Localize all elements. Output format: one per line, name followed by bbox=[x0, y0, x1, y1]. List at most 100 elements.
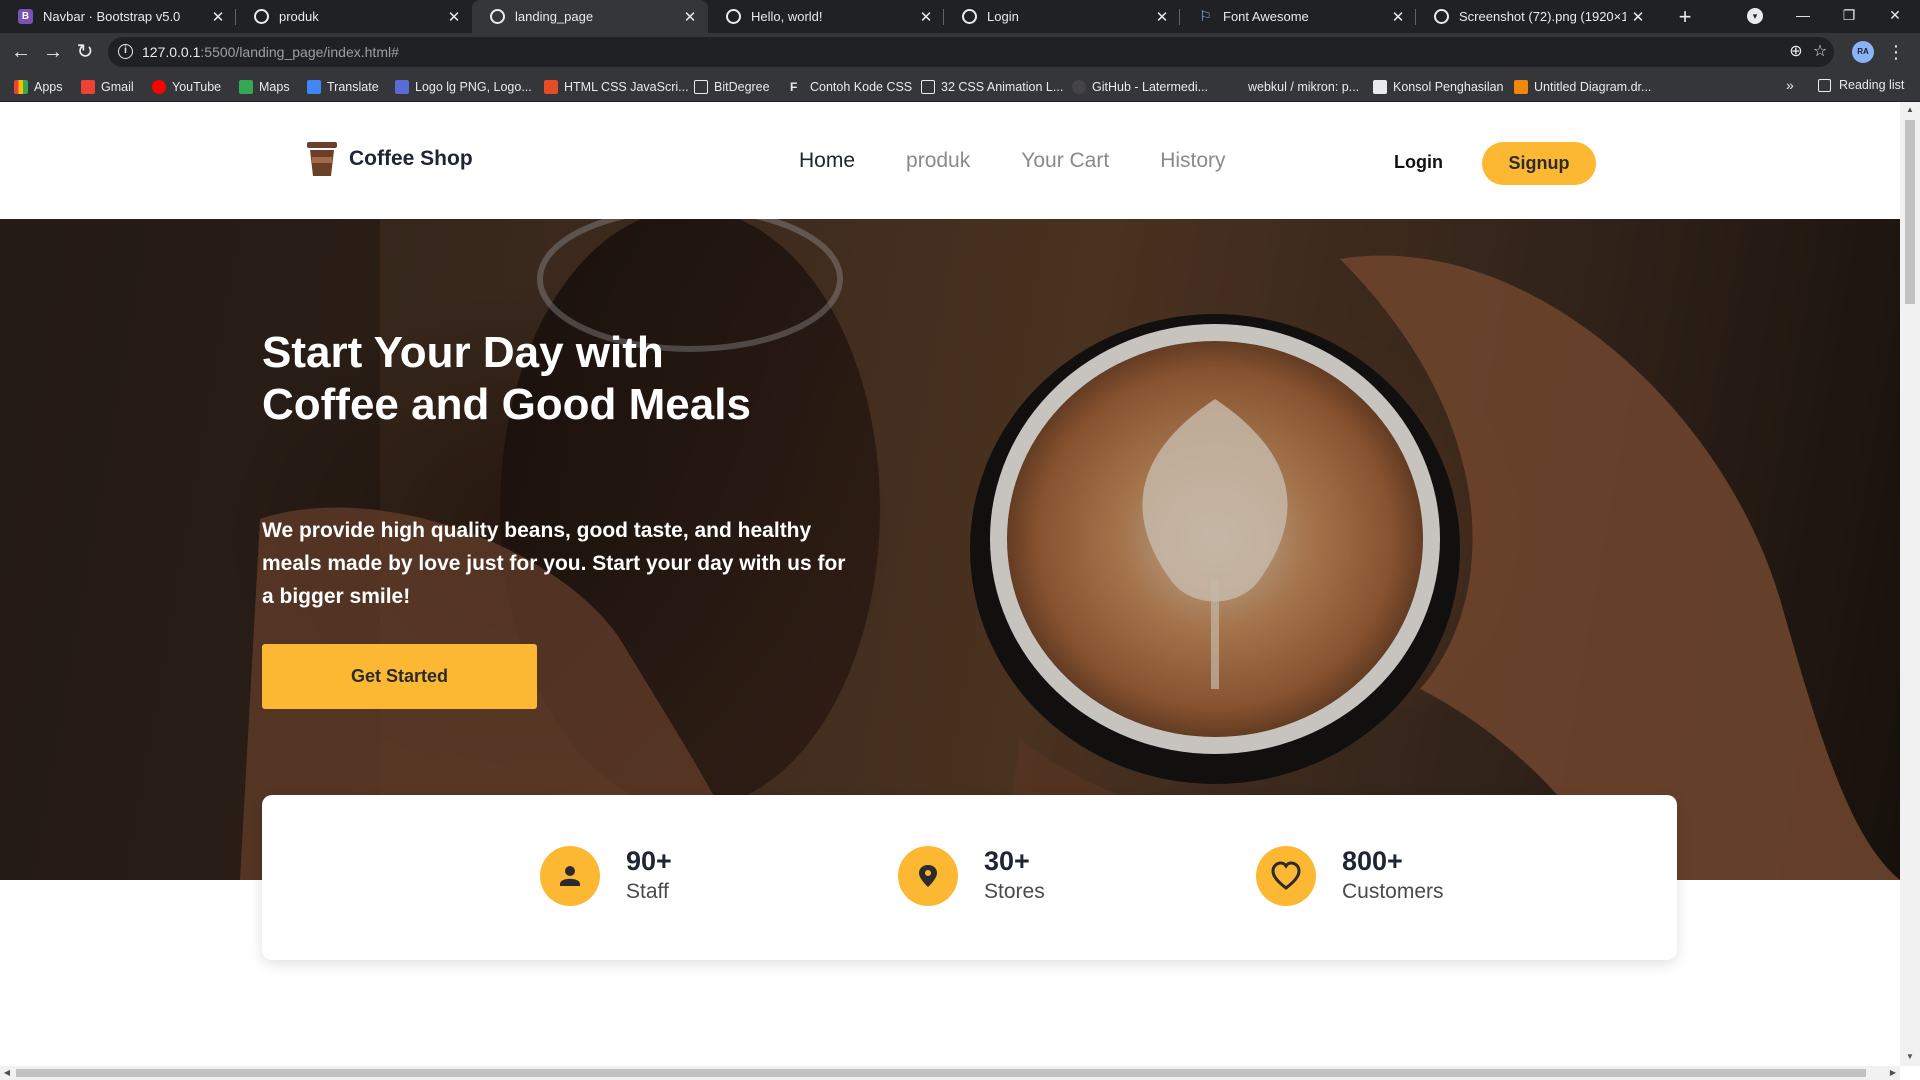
contoh-kode-icon: F bbox=[790, 80, 798, 94]
horizontal-scrollbar[interactable]: ◀ ▶ bbox=[0, 1066, 1900, 1080]
gmail-icon bbox=[81, 80, 95, 94]
close-window-button[interactable]: ✕ bbox=[1872, 0, 1918, 33]
browser-tab[interactable]: Screenshot (72).png (1920×1080) ✕ bbox=[1416, 0, 1656, 33]
stats-card: 90+ Staff 30+ Stores 800+ Customers bbox=[262, 795, 1677, 960]
hero-title-line-2: Coffee and Good Meals bbox=[262, 380, 751, 429]
logo-site-icon bbox=[395, 80, 409, 94]
tab-search-icon[interactable]: ▾ bbox=[1747, 8, 1763, 24]
scroll-up-arrow-icon[interactable]: ▲ bbox=[1900, 105, 1920, 114]
stat-label: Staff bbox=[626, 880, 669, 903]
vertical-scrollbar[interactable]: ▲ ▼ bbox=[1900, 102, 1920, 1066]
browser-tab[interactable]: B Navbar · Bootstrap v5.0 ✕ bbox=[0, 0, 236, 33]
brand[interactable]: Coffee Shop bbox=[305, 140, 473, 178]
hero-section: Start Your Day with Coffee and Good Meal… bbox=[0, 219, 1900, 880]
vertical-scroll-thumb[interactable] bbox=[1905, 120, 1915, 304]
reading-list-button[interactable]: Reading list bbox=[1818, 78, 1904, 92]
nav-produk[interactable]: produk bbox=[906, 149, 970, 173]
site-navbar: Coffee Shop Home produk Your Cart Histor… bbox=[0, 102, 1900, 219]
globe-icon bbox=[962, 9, 977, 24]
browser-tab-active[interactable]: landing_page ✕ bbox=[472, 0, 708, 33]
person-icon bbox=[540, 846, 600, 906]
close-tab-icon[interactable]: ✕ bbox=[678, 8, 702, 26]
page-viewport: Coffee Shop Home produk Your Cart Histor… bbox=[0, 102, 1900, 1066]
bookmark-konsol[interactable]: Konsol Penghasilan bbox=[1373, 78, 1504, 96]
scroll-down-arrow-icon[interactable]: ▼ bbox=[1900, 1052, 1920, 1061]
scroll-right-arrow-icon[interactable]: ▶ bbox=[1886, 1066, 1900, 1080]
stat-staff: 90+ Staff bbox=[540, 845, 672, 907]
tab-title: Screenshot (72).png (1920×1080) bbox=[1459, 9, 1626, 24]
forward-arrow-icon[interactable]: → bbox=[39, 38, 67, 66]
new-tab-button[interactable]: + bbox=[1670, 2, 1700, 32]
bookmark-star-icon[interactable]: ☆ bbox=[1810, 42, 1830, 62]
reading-list-icon bbox=[1818, 78, 1831, 92]
apps-grid-icon bbox=[14, 80, 28, 94]
minimize-button[interactable]: — bbox=[1780, 0, 1826, 33]
back-arrow-icon[interactable]: ← bbox=[7, 38, 35, 66]
zoom-icon[interactable]: ⊕ bbox=[1786, 42, 1806, 62]
bookmark-html-css[interactable]: HTML CSS JavaScri... bbox=[544, 78, 689, 96]
youtube-icon bbox=[152, 80, 166, 94]
get-started-button[interactable]: Get Started bbox=[262, 644, 537, 709]
bookmark-webkul[interactable]: webkul / mikron: p... bbox=[1228, 78, 1359, 96]
close-tab-icon[interactable]: ✕ bbox=[442, 8, 466, 26]
address-bar[interactable]: i 127.0.0.1:5500/landing_page/index.html… bbox=[108, 37, 1834, 67]
maps-icon bbox=[239, 80, 253, 94]
webkul-icon bbox=[1228, 80, 1242, 94]
site-info-icon[interactable]: i bbox=[118, 44, 133, 59]
bootstrap-icon: B bbox=[18, 9, 33, 24]
bookmark-apps[interactable]: Apps bbox=[14, 78, 63, 96]
tab-title: Font Awesome bbox=[1223, 9, 1309, 24]
close-tab-icon[interactable]: ✕ bbox=[1386, 8, 1410, 26]
stat-stores: 30+ Stores bbox=[898, 845, 1045, 907]
tab-title: Navbar · Bootstrap v5.0 bbox=[43, 9, 181, 24]
bookmark-css-animation[interactable]: 32 CSS Animation L... bbox=[921, 78, 1063, 96]
browser-tab[interactable]: Hello, world! ✕ bbox=[708, 0, 944, 33]
bookmark-youtube[interactable]: YouTube bbox=[152, 78, 221, 96]
browser-tab[interactable]: Login ✕ bbox=[944, 0, 1180, 33]
bookmark-contoh-kode-css[interactable]: F Contoh Kode CSS bbox=[790, 78, 912, 96]
globe-icon bbox=[490, 9, 505, 24]
nav-home[interactable]: Home bbox=[799, 149, 855, 173]
location-pin-icon bbox=[898, 846, 958, 906]
font-awesome-flag-icon: ⚐ bbox=[1199, 8, 1212, 24]
nav-history[interactable]: History bbox=[1160, 149, 1225, 173]
nav-links: Home produk Your Cart History bbox=[799, 149, 1277, 173]
login-link[interactable]: Login bbox=[1394, 152, 1443, 173]
close-tab-icon[interactable]: ✕ bbox=[914, 8, 938, 26]
horizontal-scroll-thumb[interactable] bbox=[16, 1069, 1866, 1077]
globe-icon bbox=[254, 9, 269, 24]
url-text[interactable]: 127.0.0.1:5500/landing_page/index.html# bbox=[142, 44, 399, 60]
bookmark-maps[interactable]: Maps bbox=[239, 78, 290, 96]
bookmark-translate[interactable]: Translate bbox=[307, 78, 379, 96]
browser-tab[interactable]: produk ✕ bbox=[236, 0, 472, 33]
profile-avatar[interactable]: RA bbox=[1852, 41, 1874, 63]
tab-title: produk bbox=[279, 9, 319, 24]
restore-button[interactable]: ❐ bbox=[1826, 0, 1872, 33]
close-tab-icon[interactable]: ✕ bbox=[206, 8, 230, 26]
bookmark-gmail[interactable]: Gmail bbox=[81, 78, 134, 96]
globe-icon bbox=[1434, 9, 1449, 24]
more-bookmarks-icon[interactable]: » bbox=[1786, 77, 1794, 93]
scroll-left-arrow-icon[interactable]: ◀ bbox=[0, 1066, 14, 1080]
bookmark-logo-png[interactable]: Logo lg PNG, Logo... bbox=[395, 78, 532, 96]
hero-title-line-1: Start Your Day with bbox=[262, 328, 664, 377]
signup-button[interactable]: Signup bbox=[1482, 142, 1596, 185]
translate-icon bbox=[307, 80, 321, 94]
bookmark-bitdegree[interactable]: BitDegree bbox=[694, 78, 770, 96]
bitdegree-icon bbox=[694, 80, 708, 94]
browser-menu-icon[interactable]: ⋮ bbox=[1884, 38, 1908, 66]
browser-tab[interactable]: ⚐ Font Awesome ✕ bbox=[1180, 0, 1416, 33]
hero-description: We provide high quality beans, good tast… bbox=[262, 519, 846, 608]
tab-title: Login bbox=[987, 9, 1019, 24]
tab-title: Hello, world! bbox=[751, 9, 823, 24]
drawio-icon bbox=[1514, 80, 1528, 94]
close-tab-icon[interactable]: ✕ bbox=[1626, 8, 1650, 26]
stat-label: Customers bbox=[1342, 880, 1444, 903]
bookmark-github[interactable]: GitHub - Latermedi... bbox=[1072, 78, 1208, 96]
bookmark-diagram[interactable]: Untitled Diagram.dr... bbox=[1514, 78, 1651, 96]
nav-your-cart[interactable]: Your Cart bbox=[1021, 149, 1109, 173]
close-tab-icon[interactable]: ✕ bbox=[1150, 8, 1174, 26]
heart-icon bbox=[1256, 846, 1316, 906]
reload-icon[interactable]: ↻ bbox=[71, 38, 99, 66]
html-css-icon bbox=[544, 80, 558, 94]
